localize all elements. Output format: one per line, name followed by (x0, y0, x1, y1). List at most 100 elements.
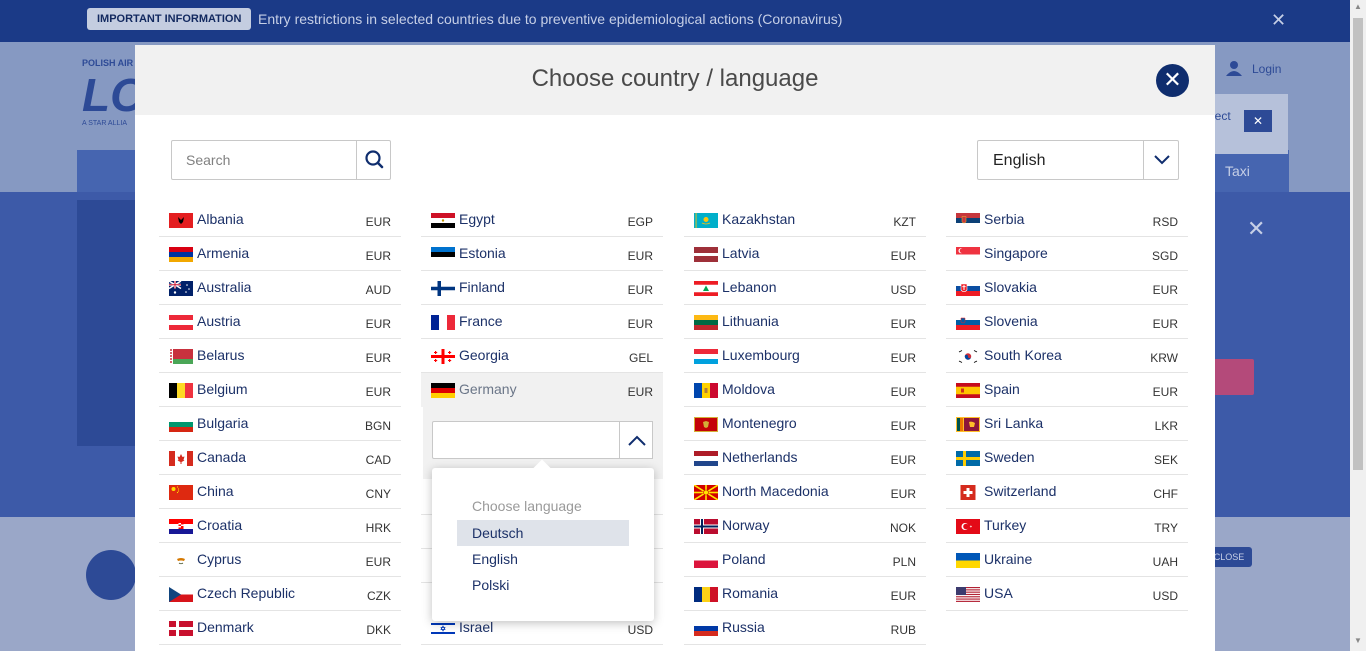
country-name: Kazakhstan (722, 211, 796, 227)
country-row-montenegro[interactable]: Montenegro EUR (684, 407, 926, 441)
macedonia-flag-icon (694, 485, 718, 500)
country-row-lebanon[interactable]: Lebanon USD (684, 271, 926, 305)
scroll-down-icon[interactable]: ▼ (1353, 636, 1363, 645)
page-scrollbar[interactable]: ▲ ▼ (1350, 0, 1366, 651)
important-info-badge[interactable]: IMPORTANT INFORMATION (87, 8, 252, 30)
estonia-flag-icon (431, 247, 455, 262)
country-row-finland[interactable]: Finland EUR (421, 271, 663, 305)
country-row-canada[interactable]: Canada CAD (159, 441, 401, 475)
country-row-moldova[interactable]: Moldova EUR (684, 373, 926, 407)
country-name: Poland (722, 551, 766, 567)
scrollbar-thumb[interactable] (1353, 18, 1363, 470)
country-row-serbia[interactable]: Serbia RSD (946, 203, 1188, 237)
country-row-turkey[interactable]: Turkey TRY (946, 509, 1188, 543)
country-column-2: Egypt EGP Estonia EUR Finland EUR France EUR Geo… (421, 203, 663, 407)
country-row-poland[interactable]: Poland PLN (684, 543, 926, 577)
denmark-flag-icon (169, 621, 193, 636)
country-row-australia[interactable]: Australia AUD (159, 271, 401, 305)
currency-code: USD (627, 623, 653, 637)
country-row-romania[interactable]: Romania EUR (684, 577, 926, 611)
currency-code: TRY (1154, 521, 1178, 535)
country-row-lithuania[interactable]: Lithuania EUR (684, 305, 926, 339)
search-input[interactable] (172, 141, 356, 179)
announcement-message[interactable]: Entry restrictions in selected countries… (258, 11, 842, 27)
country-row-sweden[interactable]: Sweden SEK (946, 441, 1188, 475)
slovenia-flag-icon (956, 315, 980, 330)
country-row-switzerland[interactable]: Switzerland CHF (946, 475, 1188, 509)
language-option-polski[interactable]: Polski (457, 572, 629, 598)
cyprus-flag-icon (169, 553, 193, 568)
search-button[interactable] (356, 141, 391, 179)
country-name: Spain (984, 381, 1020, 397)
country-name: Moldova (722, 381, 775, 397)
country-row-albania[interactable]: Albania EUR (159, 203, 401, 237)
country-row-czech[interactable]: Czech Republic CZK (159, 577, 401, 611)
language-dropdown-toggle[interactable] (1143, 141, 1179, 179)
country-name: Australia (197, 279, 252, 295)
close-announcement-icon[interactable]: ✕ (1271, 10, 1286, 31)
country-row-austria[interactable]: Austria EUR (159, 305, 401, 339)
sweden-flag-icon (956, 451, 980, 466)
language-select[interactable]: English (977, 140, 1179, 180)
currency-code: EUR (365, 555, 391, 569)
germany-flag-icon (431, 383, 455, 398)
currency-code: EUR (890, 351, 916, 365)
kazakhstan-flag-icon (694, 213, 718, 228)
country-row-china[interactable]: China CNY (159, 475, 401, 509)
scroll-up-icon[interactable]: ▲ (1353, 2, 1363, 11)
country-row-denmark[interactable]: Denmark DKK (159, 611, 401, 645)
country-row-bulgaria[interactable]: Bulgaria BGN (159, 407, 401, 441)
country-row-latvia[interactable]: Latvia EUR (684, 237, 926, 271)
login-link[interactable]: Login (1226, 60, 1281, 76)
country-row-belgium[interactable]: Belgium EUR (159, 373, 401, 407)
country-row-netherlands[interactable]: Netherlands EUR (684, 441, 926, 475)
language-option-english[interactable]: English (457, 546, 629, 572)
country-row-south-korea[interactable]: South Korea KRW (946, 339, 1188, 373)
country-row-norway[interactable]: Norway NOK (684, 509, 926, 543)
country-row-egypt[interactable]: Egypt EGP (421, 203, 663, 237)
country-row-slovenia[interactable]: Slovenia EUR (946, 305, 1188, 339)
country-row-slovakia[interactable]: Slovakia EUR (946, 271, 1188, 305)
country-row-ukraine[interactable]: Ukraine UAH (946, 543, 1188, 577)
country-row-france[interactable]: France EUR (421, 305, 663, 339)
country-name: Belarus (197, 347, 245, 363)
country-row-cyprus[interactable]: Cyprus EUR (159, 543, 401, 577)
country-row-georgia[interactable]: Georgia GEL (421, 339, 663, 373)
nav-item-taxi[interactable]: Taxi (1225, 163, 1250, 179)
select-close-icon[interactable]: ✕ (1244, 110, 1272, 132)
country-row-russia[interactable]: Russia RUB (684, 611, 926, 645)
country-row-macedonia[interactable]: North Macedonia EUR (684, 475, 926, 509)
modal-close-button[interactable]: ✕ (1156, 64, 1189, 97)
country-row-estonia[interactable]: Estonia EUR (421, 237, 663, 271)
country-row-kazakhstan[interactable]: Kazakhstan KZT (684, 203, 926, 237)
currency-code: PLN (892, 555, 916, 569)
country-row-croatia[interactable]: Croatia HRK (159, 509, 401, 543)
currency-code: EUR (890, 487, 916, 501)
moldova-flag-icon (694, 383, 718, 398)
russia-flag-icon (694, 621, 718, 636)
country-row-germany[interactable]: Germany EUR (421, 373, 663, 407)
country-row-usa[interactable]: USA USD (946, 577, 1188, 611)
country-name: Singapore (984, 245, 1048, 261)
currency-code: RUB (890, 623, 916, 637)
language-option-deutsch[interactable]: Deutsch (457, 520, 629, 546)
country-row-sri-lanka[interactable]: Sri Lanka LKR (946, 407, 1188, 441)
cookie-icon (86, 550, 136, 600)
logo-text: LO (82, 69, 146, 121)
sri-lanka-flag-icon (956, 417, 980, 432)
country-name: Serbia (984, 211, 1025, 227)
germany-language-toggle[interactable] (619, 421, 653, 459)
country-name: Lebanon (722, 279, 777, 295)
hero-close-icon[interactable]: ✕ (1247, 216, 1265, 242)
country-name: Austria (197, 313, 241, 329)
logo-bottom-text: A STAR ALLIA (82, 120, 128, 127)
country-row-armenia[interactable]: Armenia EUR (159, 237, 401, 271)
country-row-spain[interactable]: Spain EUR (946, 373, 1188, 407)
modal-header: Choose country / language ✕ (135, 45, 1215, 115)
country-row-singapore[interactable]: Singapore SGD (946, 237, 1188, 271)
country-row-belarus[interactable]: Belarus EUR (159, 339, 401, 373)
currency-code: RSD (1152, 215, 1178, 229)
country-row-luxembourg[interactable]: Luxembourg EUR (684, 339, 926, 373)
country-name: Slovenia (984, 313, 1038, 329)
germany-language-select[interactable] (432, 421, 620, 459)
